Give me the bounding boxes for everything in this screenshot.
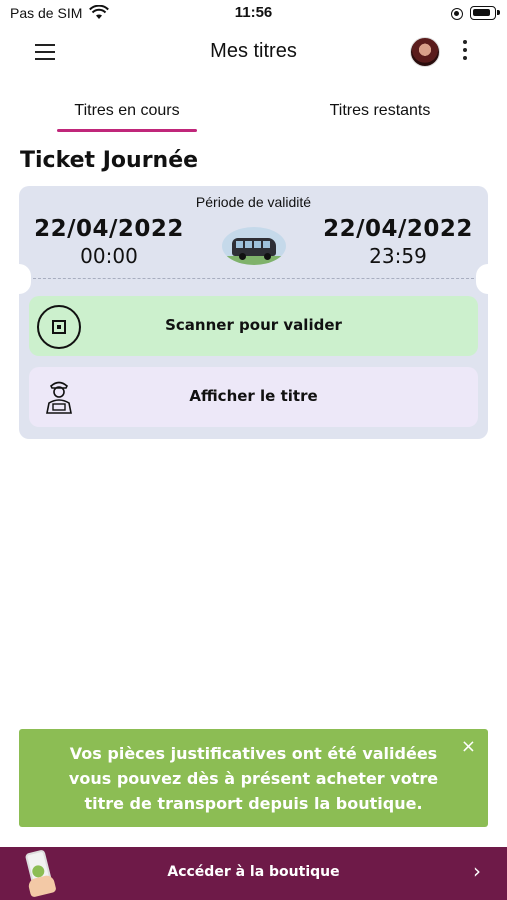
ticket-card: Période de validité 22/04/2022 00:00 22/… [19,186,488,439]
ticket-notch-right [476,264,488,294]
chevron-right-icon: › [473,859,481,883]
avatar[interactable] [410,37,440,67]
validity-label: Période de validité [195,194,312,210]
end-date: 22/04/2022 [323,216,473,242]
ticket-notch-left [19,264,31,294]
ticket-perforation [33,278,474,279]
tab-titres-restants[interactable]: Titres restants [310,102,450,120]
notice-line-1: Vos pièces justificatives ont été validé… [69,744,438,763]
notice-line-3: titre de transport depuis la boutique. [84,794,423,813]
close-icon[interactable]: × [461,736,476,757]
show-button-label: Afficher le titre [189,387,318,405]
battery-icon [470,6,500,20]
bus-icon [222,227,286,265]
validation-notice: Vos pièces justificatives ont été validé… [19,729,488,827]
validity-end: 22/04/2022 23:59 [318,216,478,268]
start-date: 22/04/2022 [34,216,184,242]
scan-to-validate-button[interactable]: Scanner pour valider [29,296,478,356]
shop-access-button[interactable]: Accéder à la boutique › [0,847,507,900]
scan-button-label: Scanner pour valider [165,316,342,334]
notice-line-2: vous pouvez dès à présent acheter votre [68,769,439,788]
kebab-menu-icon[interactable] [462,40,468,64]
notice-message: Vos pièces justificatives ont été validé… [49,741,458,816]
status-bar: Pas de SIM 11:56 [0,0,507,28]
show-ticket-button[interactable]: Afficher le titre [29,367,478,427]
active-tab-indicator [57,129,197,132]
ticket-title: Ticket Journée [20,148,199,173]
validity-start: 22/04/2022 00:00 [29,216,189,268]
tab-titres-en-cours[interactable]: Titres en cours [57,102,197,120]
clock: 11:56 [234,4,273,21]
start-time: 00:00 [80,244,138,268]
orientation-lock-icon [451,8,463,20]
shop-access-label: Accéder à la boutique [167,864,340,880]
end-time: 23:59 [369,244,427,268]
tab-bar: Titres en cours Titres restants [0,98,507,134]
app-header: Mes titres [0,30,507,76]
